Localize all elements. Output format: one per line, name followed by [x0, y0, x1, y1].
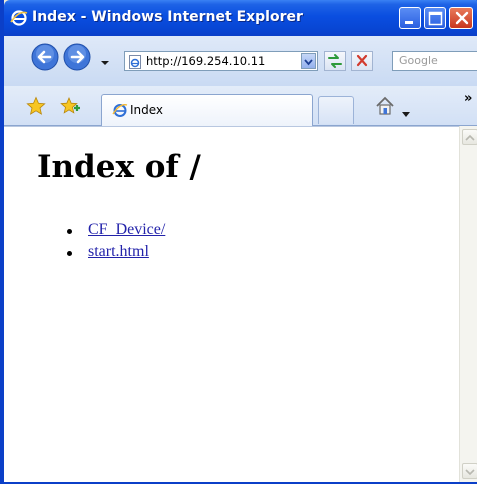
- stop-icon: [356, 54, 368, 67]
- search-input[interactable]: Google: [399, 54, 438, 67]
- list-item: start.html: [64, 243, 165, 265]
- ie-page-icon: [112, 102, 128, 118]
- chevron-down-icon: [465, 469, 475, 476]
- title-bar[interactable]: Index - Windows Internet Explorer: [4, 0, 477, 36]
- forward-arrow-icon: [63, 43, 91, 71]
- address-text[interactable]: http://169.254.10.11: [146, 54, 265, 68]
- more-tools-chevron[interactable]: »: [464, 91, 472, 106]
- favorites-star-icon[interactable]: [26, 96, 46, 116]
- recent-pages-dropdown[interactable]: [100, 52, 110, 65]
- add-favorites-icon[interactable]: [60, 96, 80, 116]
- scroll-up-button[interactable]: [462, 129, 477, 145]
- page-content: Index of / CF_Device/ start.html: [4, 126, 459, 482]
- browser-window: Index - Windows Internet Explorer http:/…: [0, 0, 477, 484]
- minimize-button[interactable]: [399, 7, 421, 29]
- minimize-icon: [405, 21, 413, 24]
- bullet-icon: [67, 251, 72, 256]
- chevron-up-icon: [465, 134, 475, 141]
- file-list: CF_Device/ start.html: [64, 221, 165, 265]
- tab-label: Index: [130, 103, 164, 117]
- page-title: Index of /: [37, 149, 201, 185]
- back-button[interactable]: [30, 42, 60, 72]
- back-arrow-icon: [31, 43, 59, 71]
- ie-logo-icon: [10, 9, 28, 27]
- page-icon: [128, 54, 142, 69]
- close-button[interactable]: [449, 7, 473, 29]
- vertical-scrollbar[interactable]: [459, 126, 477, 482]
- refresh-icon: [328, 54, 342, 68]
- address-dropdown-button[interactable]: [301, 53, 316, 69]
- tab-bar: Index »: [4, 86, 477, 126]
- maximize-icon: [428, 11, 443, 26]
- chevron-down-icon: [101, 61, 109, 65]
- scroll-down-button[interactable]: [462, 463, 477, 479]
- link-start-html[interactable]: start.html: [88, 243, 149, 260]
- window-title: Index - Windows Internet Explorer: [32, 9, 303, 25]
- forward-button[interactable]: [62, 42, 92, 72]
- refresh-button[interactable]: [324, 51, 346, 71]
- bullet-icon: [67, 229, 72, 234]
- list-item: CF_Device/: [64, 221, 165, 243]
- search-box[interactable]: Google: [392, 51, 477, 71]
- chevron-down-icon: [304, 59, 313, 66]
- stop-button[interactable]: [351, 51, 373, 71]
- link-cf-device[interactable]: CF_Device/: [88, 221, 165, 238]
- maximize-button[interactable]: [424, 7, 446, 29]
- tab-index[interactable]: Index: [101, 94, 313, 126]
- new-tab-button[interactable]: [318, 96, 354, 124]
- navigation-bar: http://169.254.10.11 Google: [4, 36, 477, 86]
- home-icon[interactable]: [374, 95, 396, 117]
- address-bar[interactable]: http://169.254.10.11: [124, 51, 318, 71]
- chevron-down-icon: [402, 112, 410, 117]
- close-icon: [455, 11, 469, 25]
- home-dropdown[interactable]: [402, 103, 410, 117]
